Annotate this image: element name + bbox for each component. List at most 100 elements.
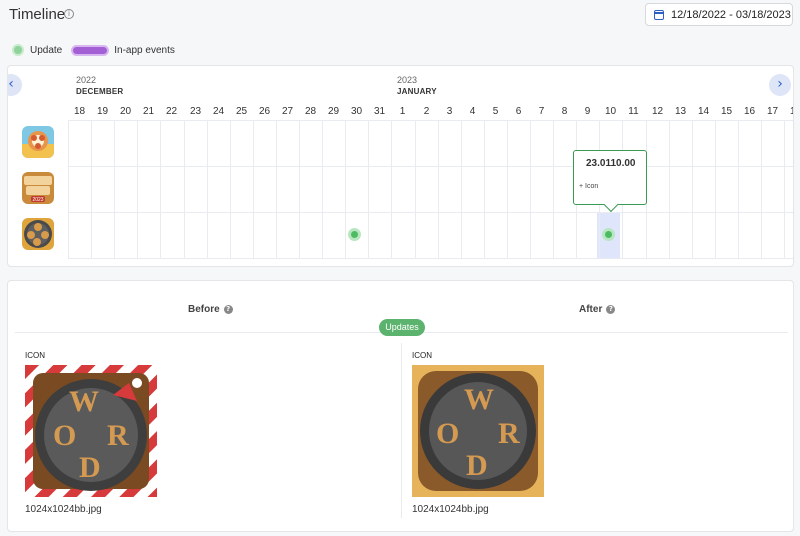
help-icon[interactable]: ? (223, 305, 233, 314)
help-icon[interactable]: ? (606, 305, 616, 314)
year-label: 2022 (76, 75, 97, 85)
date-range-picker[interactable]: 12/18/2022 - 03/18/2023 (645, 3, 793, 26)
update-marker[interactable] (602, 228, 615, 241)
page-title: Timeline (9, 6, 66, 23)
update-marker[interactable] (348, 228, 361, 241)
column-gridline (761, 121, 762, 258)
after-file-name: 1024x1024bb.jpg (412, 504, 489, 515)
word-connect-2023-app-icon[interactable]: 2023 (22, 172, 54, 204)
date-range-text: 12/18/2022 - 03/18/2023 (671, 8, 791, 21)
info-icon[interactable]: i (64, 9, 74, 19)
day-label: 1 (399, 106, 406, 117)
column-gridline (91, 121, 92, 258)
icon-letter-r: R (107, 419, 129, 452)
day-label: 9 (584, 106, 591, 117)
row-divider (68, 212, 793, 213)
day-label: 19 (96, 106, 109, 117)
column-gridline (276, 121, 277, 258)
day-label: 30 (350, 106, 363, 117)
column-gridline (253, 121, 254, 258)
update-tooltip: 23.0110.00 + Icon (573, 150, 647, 205)
column-gridline (160, 121, 161, 258)
column-gridline (715, 121, 716, 258)
icon-letter-d: D (79, 451, 101, 484)
before-label: Before (188, 304, 220, 315)
update-legend-label: Update (30, 44, 63, 56)
tooltip-detail: + Icon (579, 183, 599, 190)
after-icon-image[interactable]: W O R D (412, 365, 544, 497)
day-label: 23 (189, 106, 202, 117)
column-gridline (461, 121, 462, 258)
column-gridline (391, 121, 392, 258)
after-label: After (579, 304, 603, 315)
day-label: 20 (119, 106, 132, 117)
row-divider (68, 120, 793, 121)
day-label: 5 (492, 106, 499, 117)
day-label: 26 (258, 106, 271, 117)
icon-letter-r: R (498, 417, 520, 450)
day-label: 7 (538, 106, 545, 117)
column-gridline (207, 121, 208, 258)
day-label: 22 (165, 106, 178, 117)
column-gridline (484, 121, 485, 258)
day-label: 3 (446, 106, 453, 117)
icon-letter-d: D (466, 449, 488, 482)
prev-arrow-icon[interactable]: ‹ (8, 74, 22, 96)
day-label: 25 (235, 106, 248, 117)
day-label: 2 (423, 106, 430, 117)
icon-letter-w: W (464, 383, 494, 416)
day-label: 29 (327, 106, 340, 117)
day-label: 28 (304, 106, 317, 117)
inapp-legend-pill (71, 44, 110, 56)
column-gridline (415, 121, 416, 258)
column-gridline (230, 121, 231, 258)
day-label: 27 (281, 106, 294, 117)
day-label: 17 (766, 106, 779, 117)
day-label: 18 (784, 106, 793, 117)
before-asset-label: ICON (25, 351, 45, 360)
row-divider (68, 258, 793, 259)
tooltip-version: 23.0110.00 (586, 158, 636, 169)
update-legend-dot (12, 44, 24, 56)
column-gridline (438, 121, 439, 258)
day-label: 10 (604, 106, 617, 117)
word-game-app-icon[interactable] (22, 126, 54, 158)
day-label: 6 (515, 106, 522, 117)
app-year-badge: 2023 (32, 197, 43, 203)
month-label: JANUARY (397, 87, 437, 96)
day-label: 11 (628, 106, 639, 117)
icon-letter-w: W (69, 385, 99, 418)
column-gridline (137, 121, 138, 258)
day-label: 31 (373, 106, 386, 117)
row-divider (68, 166, 793, 167)
column-gridline (553, 121, 554, 258)
icon-letter-o: O (436, 417, 459, 450)
day-label: 8 (561, 106, 568, 117)
year-label: 2023 (397, 75, 418, 85)
before-file-name: 1024x1024bb.jpg (25, 504, 102, 515)
column-gridline (738, 121, 739, 258)
calendar-icon (654, 9, 664, 20)
day-label: 16 (743, 106, 756, 117)
before-icon-image[interactable]: W O R D (25, 365, 157, 497)
inapp-legend-label: In-app events (114, 44, 175, 56)
column-gridline (692, 121, 693, 258)
day-label: 24 (212, 106, 225, 117)
compare-card: Before ? After ? Updates ICON W O R D 10… (7, 280, 794, 532)
column-gridline (299, 121, 300, 258)
day-label: 14 (697, 106, 710, 117)
updates-badge: Updates (379, 319, 425, 336)
legend: Update In-app events (12, 44, 175, 56)
column-gridline (368, 121, 369, 258)
day-label: 21 (142, 106, 155, 117)
column-gridline (669, 121, 670, 258)
column-divider (401, 343, 402, 518)
day-label: 15 (720, 106, 733, 117)
column-gridline (530, 121, 531, 258)
day-label: 18 (73, 106, 86, 117)
before-heading: Before ? (188, 304, 233, 315)
column-gridline (184, 121, 185, 258)
icon-letter-o: O (53, 419, 76, 452)
month-label: DECEMBER (76, 87, 124, 96)
word-cookies-app-icon[interactable] (22, 218, 54, 250)
